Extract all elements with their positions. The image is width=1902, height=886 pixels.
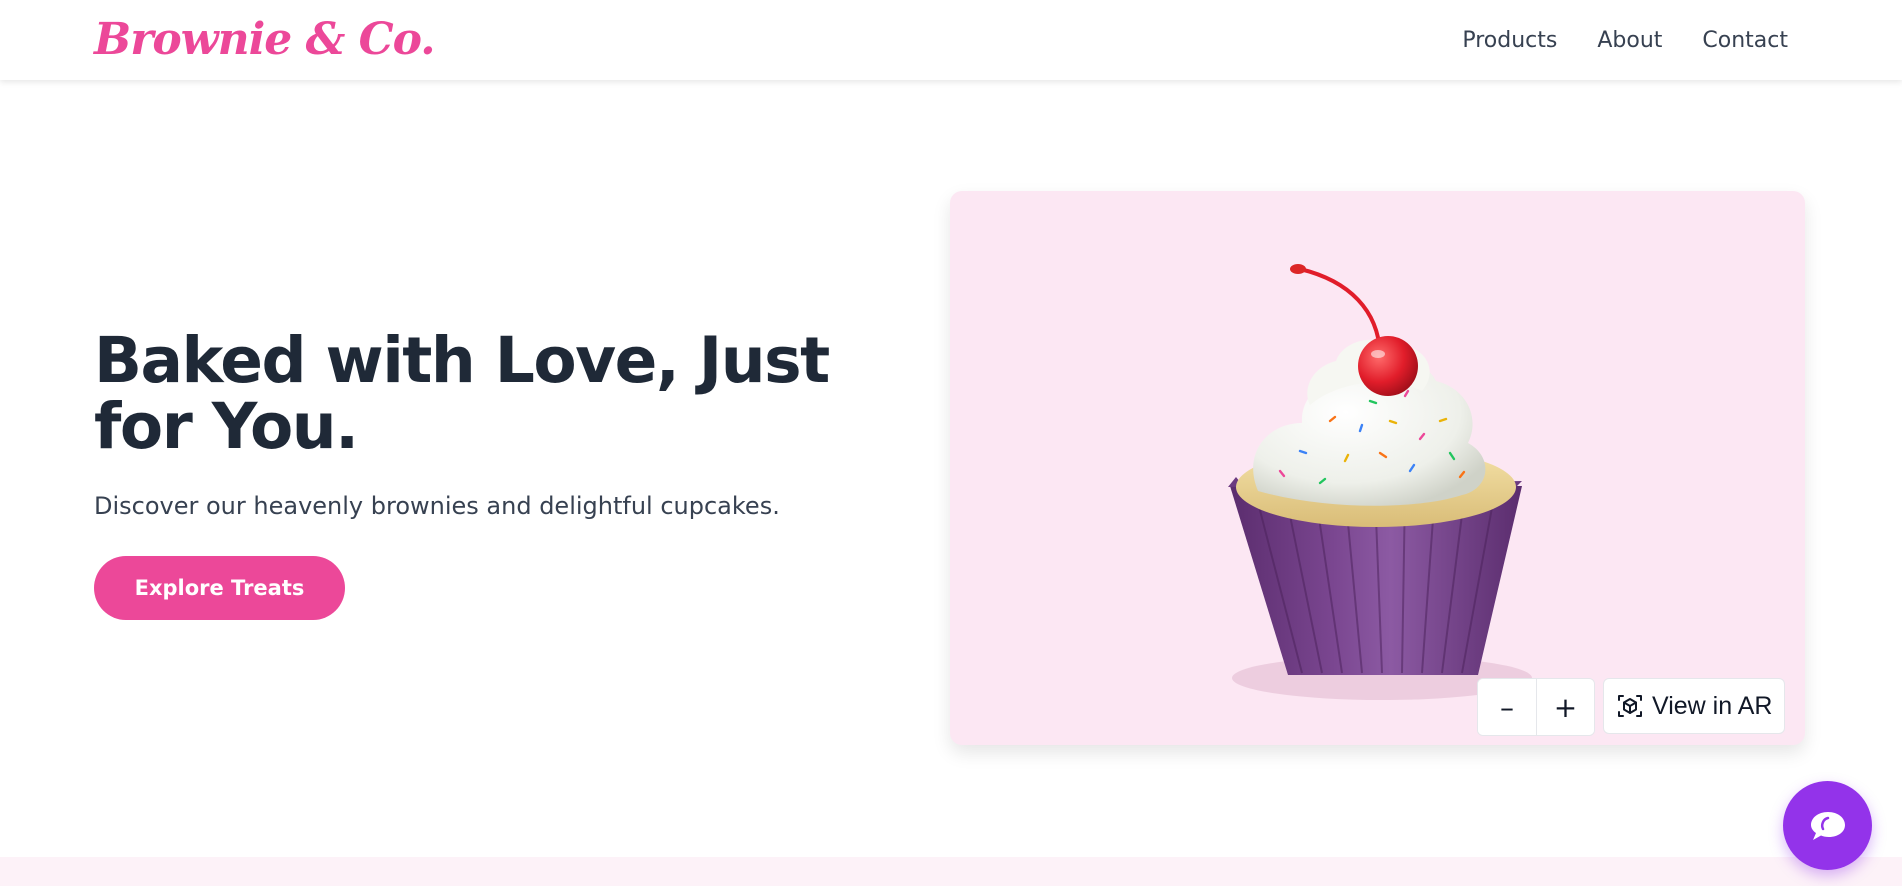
viewer-controls: – + View in AR <box>1477 678 1786 736</box>
site-header: Brownie & Co. Products About Contact <box>0 0 1902 80</box>
brand-logo[interactable]: Brownie & Co. <box>94 10 436 70</box>
hero-title: Baked with Love, Just for You. <box>94 324 830 463</box>
nav-link-contact[interactable]: Contact <box>1702 28 1788 53</box>
next-section <box>0 857 1902 886</box>
model-viewer[interactable]: – + View in AR <box>950 191 1805 745</box>
main-nav: Products About Contact <box>1462 0 1788 80</box>
hero-subtitle: Discover our heavenly brownies and delig… <box>94 492 780 520</box>
zoom-out-button[interactable]: – <box>1478 679 1536 735</box>
chat-button[interactable] <box>1783 781 1872 870</box>
zoom-in-button[interactable]: + <box>1536 679 1594 735</box>
ar-cube-icon <box>1618 695 1642 717</box>
view-in-ar-button[interactable]: View in AR <box>1603 678 1786 734</box>
view-in-ar-label: View in AR <box>1652 691 1773 720</box>
cupcake-model[interactable] <box>950 191 1805 745</box>
explore-treats-button[interactable]: Explore Treats <box>94 556 345 620</box>
chat-bubble-icon <box>1810 811 1845 840</box>
nav-link-products[interactable]: Products <box>1462 28 1557 53</box>
zoom-controls: – + <box>1477 678 1595 736</box>
nav-link-about[interactable]: About <box>1597 28 1662 53</box>
